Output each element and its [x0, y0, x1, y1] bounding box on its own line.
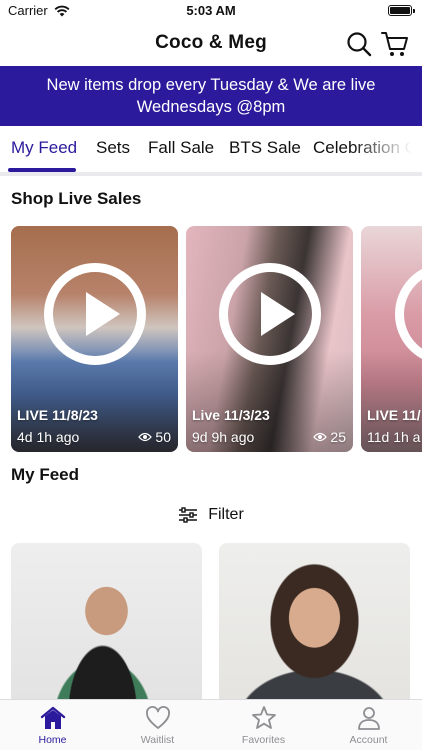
announcement-banner: New items drop every Tuesday & We are li…: [0, 66, 422, 126]
tabbar-item-home[interactable]: Home: [0, 704, 105, 746]
tab-my-feed[interactable]: My Feed: [11, 138, 77, 158]
banner-line-1: New items drop every Tuesday & We are li…: [46, 76, 376, 94]
heart-icon: [145, 706, 170, 729]
tabbar-item-account[interactable]: Account: [316, 704, 421, 746]
feed-section-title: My Feed: [11, 465, 80, 484]
cart-icon[interactable]: [380, 30, 410, 58]
live-card[interactable]: LIVE 11/ 11d 1h a: [361, 226, 422, 452]
eye-icon: [313, 432, 328, 442]
category-tabs: My Feed Sets Fall Sale BTS Sale Celebrat…: [0, 128, 422, 174]
live-card-title: Live 11/3/23: [192, 407, 270, 423]
battery-icon: [388, 5, 415, 16]
product-card[interactable]: [11, 543, 202, 713]
live-section-title: Shop Live Sales: [11, 189, 142, 208]
star-icon: [251, 706, 276, 729]
person-icon: [357, 707, 380, 730]
live-card[interactable]: LIVE 11/8/23 4d 1h ago 50: [11, 226, 178, 452]
app-header: Coco & Meg: [0, 22, 422, 66]
status-time: 5:03 AM: [186, 3, 236, 18]
filter-icon: [179, 507, 198, 523]
tab-bts-sale[interactable]: BTS Sale: [229, 138, 301, 158]
eye-icon: [138, 432, 153, 442]
product-image: [219, 543, 410, 713]
live-card-views: 50: [138, 429, 171, 445]
live-card[interactable]: Live 11/3/23 9d 9h ago 25: [186, 226, 353, 452]
live-card-time: 4d 1h ago: [17, 429, 80, 445]
tabbar-label: Favorites: [241, 734, 286, 746]
home-icon: [40, 706, 65, 729]
filter-button[interactable]: Filter: [0, 503, 422, 527]
tabbar-label: Waitlist: [140, 734, 175, 746]
tab-fall-sale[interactable]: Fall Sale: [148, 138, 214, 158]
banner-line-2: Wednesdays @8pm: [136, 98, 286, 116]
play-icon[interactable]: [43, 263, 146, 365]
tabs-fade: [352, 128, 422, 168]
tabbar-item-favorites[interactable]: Favorites: [211, 704, 316, 746]
live-card-time: 9d 9h ago: [192, 429, 255, 445]
live-card-views-count: 50: [155, 429, 171, 445]
tabbar-label: Home: [38, 734, 67, 746]
live-card-title: LIVE 11/: [367, 407, 421, 423]
tabbar-label: Account: [349, 734, 388, 746]
search-icon[interactable]: [345, 30, 373, 58]
product-card[interactable]: [219, 543, 410, 713]
product-image: [11, 543, 202, 713]
live-card-time: 11d 1h a: [367, 429, 421, 445]
filter-label: Filter: [208, 506, 244, 523]
live-card-title: LIVE 11/8/23: [17, 407, 98, 423]
live-card-views-count: 25: [330, 429, 346, 445]
play-icon[interactable]: [218, 263, 321, 365]
tab-sets[interactable]: Sets: [96, 138, 130, 158]
live-card-views: 25: [313, 429, 346, 445]
tabs-divider: [0, 172, 422, 176]
bottom-tab-bar: Home Waitlist Favorites Account: [0, 699, 422, 750]
status-bar: Carrier 5:03 AM: [0, 0, 422, 22]
tabbar-item-waitlist[interactable]: Waitlist: [105, 704, 210, 746]
